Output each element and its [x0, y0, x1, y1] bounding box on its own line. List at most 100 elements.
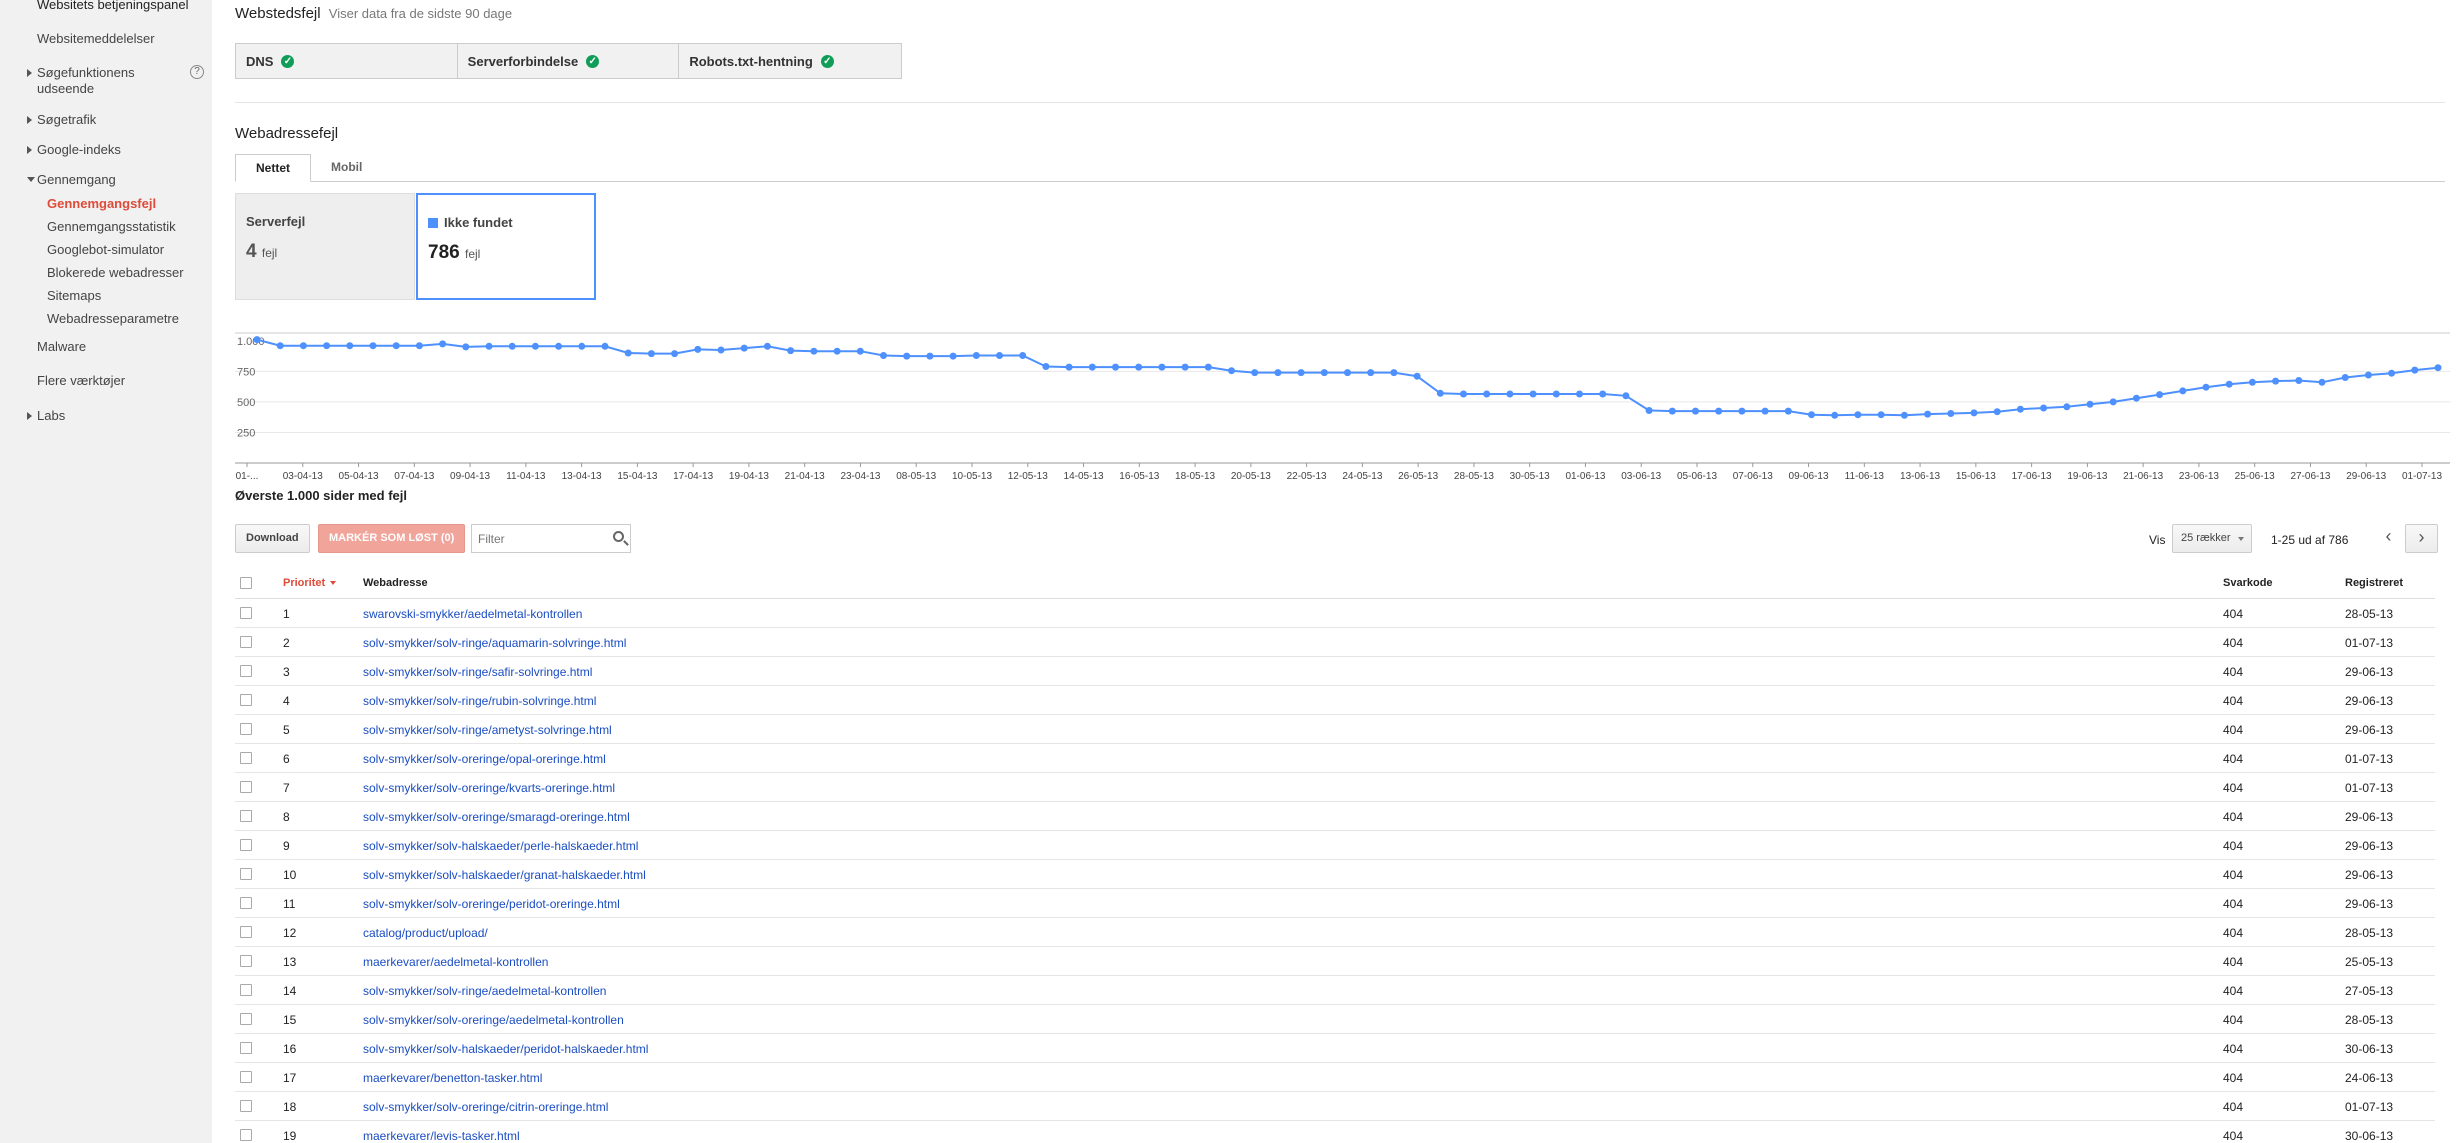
row-checkbox[interactable]: [240, 636, 252, 648]
column-header-response-code[interactable]: Svarkode: [2223, 577, 2273, 589]
row-response-code: 404: [2223, 926, 2244, 940]
row-checkbox[interactable]: [240, 955, 252, 967]
table-row[interactable]: 9 solv-smykker/solv-halskaeder/perle-hals…: [235, 831, 2435, 860]
table-row[interactable]: 12 catalog/product/upload/404 28-05-13: [235, 918, 2435, 947]
row-url-link[interactable]: solv-smykker/solv-ringe/aedelmetal-kontr…: [363, 984, 606, 998]
row-url-link[interactable]: solv-smykker/solv-halskaeder/granat-hals…: [363, 868, 646, 882]
row-url-link[interactable]: solv-smykker/solv-halskaeder/peridot-hal…: [363, 1042, 648, 1056]
sidebar-subitem-crawl-stats[interactable]: Gennemgangsstatistik: [47, 219, 176, 234]
filter-input[interactable]: [472, 525, 592, 552]
row-checkbox[interactable]: [240, 723, 252, 735]
table-row[interactable]: 11 solv-smykker/solv-oreringe/peridot-ore…: [235, 889, 2435, 918]
sidebar-subitem-url-parameters[interactable]: Webadresseparametre: [47, 311, 179, 326]
row-checkbox[interactable]: [240, 839, 252, 851]
sidebar-item-search-traffic[interactable]: Søgetrafik: [27, 112, 96, 128]
status-server-connectivity[interactable]: Serverforbindelse ✓: [458, 44, 680, 78]
table-row[interactable]: 8 solv-smykker/solv-oreringe/smaragd-orer…: [235, 802, 2435, 831]
row-checkbox[interactable]: [240, 752, 252, 764]
sidebar-item-labs[interactable]: Labs: [27, 408, 65, 424]
row-url-link[interactable]: catalog/product/upload/: [363, 926, 488, 940]
row-url-link[interactable]: solv-smykker/solv-halskaeder/perle-halsk…: [363, 839, 638, 853]
select-all-checkbox[interactable]: [240, 577, 252, 589]
sidebar-item-google-index[interactable]: Google-indeks: [27, 142, 121, 158]
sidebar-item-messages[interactable]: Websitemeddelelser: [37, 31, 155, 47]
row-url-link[interactable]: solv-smykker/solv-oreringe/aedelmetal-ko…: [363, 1013, 624, 1027]
tab-desktop[interactable]: Nettet: [235, 154, 312, 182]
row-checkbox[interactable]: [240, 781, 252, 793]
row-url-link[interactable]: solv-smykker/solv-ringe/ametyst-solvring…: [363, 723, 612, 737]
prev-page-button[interactable]: ‹: [2372, 524, 2405, 553]
row-checkbox[interactable]: [240, 1129, 252, 1141]
column-header-url[interactable]: Webadresse: [363, 577, 428, 589]
card-not-found[interactable]: Ikke fundet 786 fejl: [416, 193, 596, 300]
row-checkbox[interactable]: [240, 926, 252, 938]
table-row[interactable]: 2 solv-smykker/solv-ringe/aquamarin-solvr…: [235, 628, 2435, 657]
row-checkbox[interactable]: [240, 897, 252, 909]
row-url-link[interactable]: maerkevarer/aedelmetal-kontrollen: [363, 955, 548, 969]
table-row[interactable]: 15 solv-smykker/solv-oreringe/aedelmetal-…: [235, 1005, 2435, 1034]
status-dns[interactable]: DNS ✓: [236, 44, 458, 78]
row-checkbox[interactable]: [240, 868, 252, 880]
table-row[interactable]: 1 swarovski-smykker/aedelmetal-kontrollen…: [235, 599, 2435, 628]
row-checkbox[interactable]: [240, 1042, 252, 1054]
search-icon[interactable]: [613, 531, 624, 542]
row-url-link[interactable]: swarovski-smykker/aedelmetal-kontrollen: [363, 607, 582, 621]
table-row[interactable]: 6 solv-smykker/solv-oreringe/opal-orering…: [235, 744, 2435, 773]
row-url-link[interactable]: solv-smykker/solv-oreringe/peridot-oreri…: [363, 897, 620, 911]
url-errors-title: Webadressefejl: [235, 125, 339, 142]
row-url-link[interactable]: solv-smykker/solv-ringe/safir-solvringe.…: [363, 665, 592, 679]
row-url-link[interactable]: solv-smykker/solv-oreringe/opal-oreringe…: [363, 752, 606, 766]
column-header-detected[interactable]: Registreret: [2345, 577, 2403, 589]
x-tick-label: 21-06-13: [2123, 471, 2163, 482]
mark-fixed-button[interactable]: MARKÉR SOM LØST (0): [318, 524, 466, 553]
row-url-link[interactable]: maerkevarer/benetton-tasker.html: [363, 1071, 542, 1085]
row-checkbox[interactable]: [240, 1013, 252, 1025]
row-url-link[interactable]: solv-smykker/solv-oreringe/smaragd-oreri…: [363, 810, 630, 824]
rows-per-page-select[interactable]: 25 rækker: [2172, 524, 2252, 553]
table-row[interactable]: 7 solv-smykker/solv-oreringe/kvarts-oreri…: [235, 773, 2435, 802]
row-url-link[interactable]: solv-smykker/solv-ringe/aquamarin-solvri…: [363, 636, 626, 650]
row-detected-date: 28-05-13: [2345, 607, 2394, 621]
sidebar-subitem-crawl-errors[interactable]: Gennemgangsfejl: [47, 196, 156, 211]
sidebar-item-malware[interactable]: Malware: [37, 339, 86, 355]
table-row[interactable]: 16 solv-smykker/solv-halskaeder/peridot-h…: [235, 1034, 2435, 1063]
table-row[interactable]: 13 maerkevarer/aedelmetal-kontrollen 404 25…: [235, 947, 2435, 976]
row-checkbox[interactable]: [240, 984, 252, 996]
card-server-error[interactable]: Serverfejl 4 fejl: [235, 193, 415, 300]
download-button[interactable]: Download: [235, 524, 310, 553]
table-row[interactable]: 17 maerkevarer/benetton-tasker.html 404 24-…: [235, 1063, 2435, 1092]
sidebar-item-crawl[interactable]: Gennemgang: [27, 172, 116, 188]
table-row[interactable]: 19 maerkevarer/levis-tasker.html 404 30-06-…: [235, 1121, 2435, 1143]
sidebar-subitem-fetch-as-google[interactable]: Googlebot-simulator: [47, 242, 164, 257]
row-checkbox[interactable]: [240, 810, 252, 822]
sidebar-subitem-blocked-urls[interactable]: Blokerede webadresser: [47, 265, 184, 280]
sidebar-subitem-sitemaps[interactable]: Sitemaps: [47, 288, 101, 303]
row-url-link[interactable]: maerkevarer/levis-tasker.html: [363, 1129, 520, 1143]
data-point: [299, 342, 307, 350]
table-row[interactable]: 10 solv-smykker/solv-halskaeder/granat-ha…: [235, 860, 2435, 889]
table-row[interactable]: 3 solv-smykker/solv-ringe/safir-solvringe…: [235, 657, 2435, 686]
table-row[interactable]: 4 solv-smykker/solv-ringe/rubin-solvringe…: [235, 686, 2435, 715]
tab-mobile[interactable]: Mobil: [311, 154, 382, 182]
row-response-code: 404: [2223, 1042, 2244, 1056]
column-header-priority[interactable]: Prioritet: [283, 577, 337, 589]
row-url-link[interactable]: solv-smykker/solv-oreringe/kvarts-orerin…: [363, 781, 615, 795]
filter-field[interactable]: [471, 524, 631, 553]
help-icon[interactable]: ?: [190, 65, 204, 79]
table-row[interactable]: 18 solv-smykker/solv-oreringe/citrin-orer…: [235, 1092, 2435, 1121]
x-tick-label: 23-06-13: [2179, 471, 2219, 482]
sidebar-item-more-tools[interactable]: Flere værktøjer: [37, 373, 125, 389]
sidebar-item-dashboard[interactable]: Websitets betjeningspanel: [37, 0, 189, 13]
row-url-link[interactable]: solv-smykker/solv-oreringe/citrin-orerin…: [363, 1100, 608, 1114]
next-page-button[interactable]: ›: [2405, 524, 2438, 553]
table-row[interactable]: 5 solv-smykker/solv-ringe/ametyst-solvrin…: [235, 715, 2435, 744]
row-checkbox[interactable]: [240, 1071, 252, 1083]
row-checkbox[interactable]: [240, 607, 252, 619]
row-checkbox[interactable]: [240, 694, 252, 706]
row-checkbox[interactable]: [240, 1100, 252, 1112]
row-checkbox[interactable]: [240, 665, 252, 677]
row-url-link[interactable]: solv-smykker/solv-ringe/rubin-solvringe.…: [363, 694, 596, 708]
sidebar-item-search-appearance[interactable]: Søgefunktionens udseende: [27, 65, 177, 97]
status-robots-fetch[interactable]: Robots.txt-hentning ✓: [679, 44, 901, 78]
table-row[interactable]: 14 solv-smykker/solv-ringe/aedelmetal-kon…: [235, 976, 2435, 1005]
